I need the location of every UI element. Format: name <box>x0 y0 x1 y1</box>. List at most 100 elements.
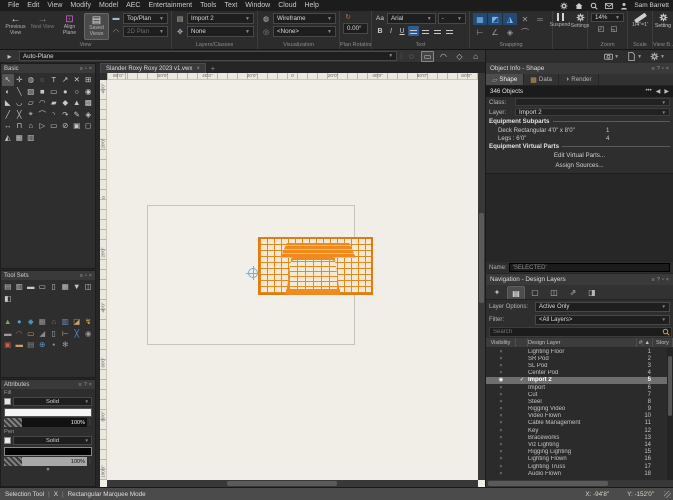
tool-icon[interactable]: ▲ <box>71 97 83 109</box>
render-style-dropdown[interactable]: <None> ▼ <box>273 26 336 37</box>
visibility-off-icon[interactable]: × <box>486 428 516 434</box>
edit-virtual-parts-button[interactable]: Edit Virtual Parts... <box>486 151 673 161</box>
canvas-horizontal-scrollbar[interactable] <box>107 480 478 487</box>
visibility-off-icon[interactable]: × <box>486 413 516 419</box>
preferences-button[interactable]: ▼ <box>650 52 665 61</box>
menu-item-aec[interactable]: AEC <box>122 2 144 9</box>
home-icon[interactable] <box>574 1 584 10</box>
tool-icon[interactable]: ╲ <box>14 86 26 98</box>
more-options-icon[interactable]: ⋮ <box>87 458 93 465</box>
layer-row-key[interactable]: × Key 12 <box>486 427 673 434</box>
fit-page-icon[interactable]: ◱ <box>609 24 619 34</box>
underline-button[interactable]: U <box>397 26 407 36</box>
more-options-icon[interactable]: ••• <box>645 88 651 95</box>
menu-item-text[interactable]: Text <box>220 2 241 9</box>
layer-row-rigging-lighting[interactable]: × Rigging Lighting 15 <box>486 449 673 456</box>
user-icon[interactable] <box>619 1 629 10</box>
visibility-off-icon[interactable]: × <box>486 349 516 355</box>
nav-tab-design-layers-icon[interactable]: ▤ <box>507 286 525 299</box>
nav-tab-viewports-icon[interactable]: ◨ <box>583 286 601 299</box>
mail-icon[interactable] <box>604 1 614 10</box>
disclosure-icon[interactable]: ▸ <box>3 51 16 62</box>
menu-item-tools[interactable]: Tools <box>196 2 220 9</box>
scrollbar-thumb[interactable] <box>227 481 337 486</box>
layer-table-scrollbar[interactable] <box>667 348 673 480</box>
tool-icon[interactable]: ⊞ <box>83 74 95 86</box>
tool-icon[interactable]: ⊘ <box>60 120 72 132</box>
column-visibility[interactable]: Visibility <box>486 338 516 347</box>
pen-style-dropdown[interactable]: Solid ▼ <box>13 436 92 445</box>
tool-icon[interactable]: ▭ <box>48 120 60 132</box>
scale-value[interactable]: 1/4"=1' <box>632 22 648 28</box>
layer-row-video-flown[interactable]: × Video Flown 10 <box>486 413 673 420</box>
projection-dropdown[interactable]: 2D Plan ▼ <box>123 26 168 37</box>
align-right-button[interactable] <box>432 26 443 36</box>
menu-item-entertainment[interactable]: Entertainment <box>145 2 197 9</box>
settings-gear-icon[interactable] <box>559 1 569 10</box>
fit-objects-icon[interactable]: ◰ <box>596 24 606 34</box>
select-similar-mode-icon[interactable]: ◌ <box>405 51 418 62</box>
tab-render[interactable]: ◑ Render <box>559 74 599 85</box>
layer-row-sl-pod[interactable]: × SL Pod 3 <box>486 362 673 369</box>
fill-style-dropdown[interactable]: Solid ▼ <box>13 397 92 406</box>
suspend-snapping-button[interactable]: Suspend <box>550 13 570 28</box>
panel-menu-icon[interactable]: ≡ <box>652 277 655 283</box>
layer-row-viz-lighting[interactable]: × Viz Lighting 14 <box>486 441 673 448</box>
menu-item-edit[interactable]: Edit <box>23 2 43 9</box>
active-layer-dropdown[interactable]: Import 2 ▼ <box>187 13 254 24</box>
tool-set-icon[interactable]: ◧ <box>2 293 14 305</box>
tool-set-icon[interactable]: ▪ <box>48 339 60 351</box>
menu-item-modify[interactable]: Modify <box>66 2 95 9</box>
tool-icon[interactable]: ▦ <box>14 132 26 144</box>
tool-set-icon[interactable]: ▦ <box>37 316 49 328</box>
tool-icon[interactable]: ◠ <box>37 97 49 109</box>
next-object-icon[interactable]: ▶ <box>664 88 669 95</box>
zoom-level-dropdown[interactable]: 14% ▼ <box>591 13 624 22</box>
fill-color-bar[interactable] <box>4 408 92 417</box>
active-class-dropdown[interactable]: None ▼ <box>187 26 254 37</box>
class-dropdown[interactable]: ▼ <box>515 98 670 106</box>
menu-item-help[interactable]: Help <box>300 2 322 9</box>
visibility-off-icon[interactable]: × <box>486 456 516 462</box>
lasso-mode-icon[interactable]: ◠ <box>437 51 450 62</box>
snap-icon[interactable]: ◮ <box>503 13 517 25</box>
tool-icon[interactable]: ▨ <box>25 86 37 98</box>
layer-row-rigging-video[interactable]: × Rigging Video 9 <box>486 406 673 413</box>
tool-set-icon[interactable]: ▦ <box>60 281 72 293</box>
layer-row-steel[interactable]: × Steel 8 <box>486 398 673 405</box>
rectangular-marquee-mode-icon[interactable]: ▭ <box>421 50 434 62</box>
view-mode-dropdown[interactable]: Top/Plan ▼ <box>123 13 168 24</box>
font-size-dropdown[interactable]: - ▼ <box>437 13 466 24</box>
layer-row-import-2[interactable]: ◉ ✓ Import 2 5 <box>486 376 673 384</box>
layer-dropdown[interactable]: Import 2 ▼ <box>515 108 670 116</box>
tool-set-icon[interactable]: ▤ <box>2 281 14 293</box>
tool-set-icon[interactable]: ▥ <box>14 281 26 293</box>
tool-icon[interactable]: ◐ <box>2 86 14 98</box>
layer-row-import[interactable]: × Import 6 <box>486 384 673 391</box>
nav-tab-sheet-layers-icon[interactable]: ▢ <box>526 286 544 299</box>
tool-set-icon[interactable]: ⊕ <box>37 339 49 351</box>
align-justify-button[interactable] <box>444 26 455 36</box>
tool-icon[interactable]: ■ <box>37 86 49 98</box>
tool-icon[interactable]: ▩ <box>83 97 95 109</box>
tool-icon[interactable]: ◻ <box>83 120 95 132</box>
tool-icon[interactable]: ◆ <box>60 97 72 109</box>
layer-row-lighting-floor[interactable]: × Lighting Floor 1 <box>486 348 673 355</box>
saved-views-button[interactable]: ▤ Saved Views <box>84 13 109 40</box>
panel-pin-icon[interactable]: ▫ <box>85 66 87 72</box>
layer-row-braceworks[interactable]: × Braceworks 13 <box>486 434 673 441</box>
polygon-marquee-mode-icon[interactable]: ◇ <box>453 51 466 62</box>
truck-bumper-object[interactable] <box>286 289 340 295</box>
tool-set-icon[interactable]: ◉ <box>83 328 95 340</box>
snap-icon[interactable]: ⊢ <box>473 26 487 38</box>
visibility-off-icon[interactable]: × <box>486 356 516 362</box>
tool-icon[interactable]: ▷ <box>37 120 49 132</box>
scrollbar-thumb[interactable] <box>479 213 484 303</box>
panel-pin-icon[interactable]: ▫ <box>85 273 87 279</box>
tool-icon[interactable]: ◈ <box>83 109 95 121</box>
panel-menu-icon[interactable]: ≡ <box>652 66 655 72</box>
tool-icon[interactable]: ▥ <box>25 132 37 144</box>
layer-row-sr-pod[interactable]: × SR Pod 2 <box>486 355 673 362</box>
document-tab[interactable]: Slander Roxy Roxy 2023 v1.vwx × <box>100 63 206 73</box>
tool-icon[interactable]: ✛ <box>14 74 26 86</box>
